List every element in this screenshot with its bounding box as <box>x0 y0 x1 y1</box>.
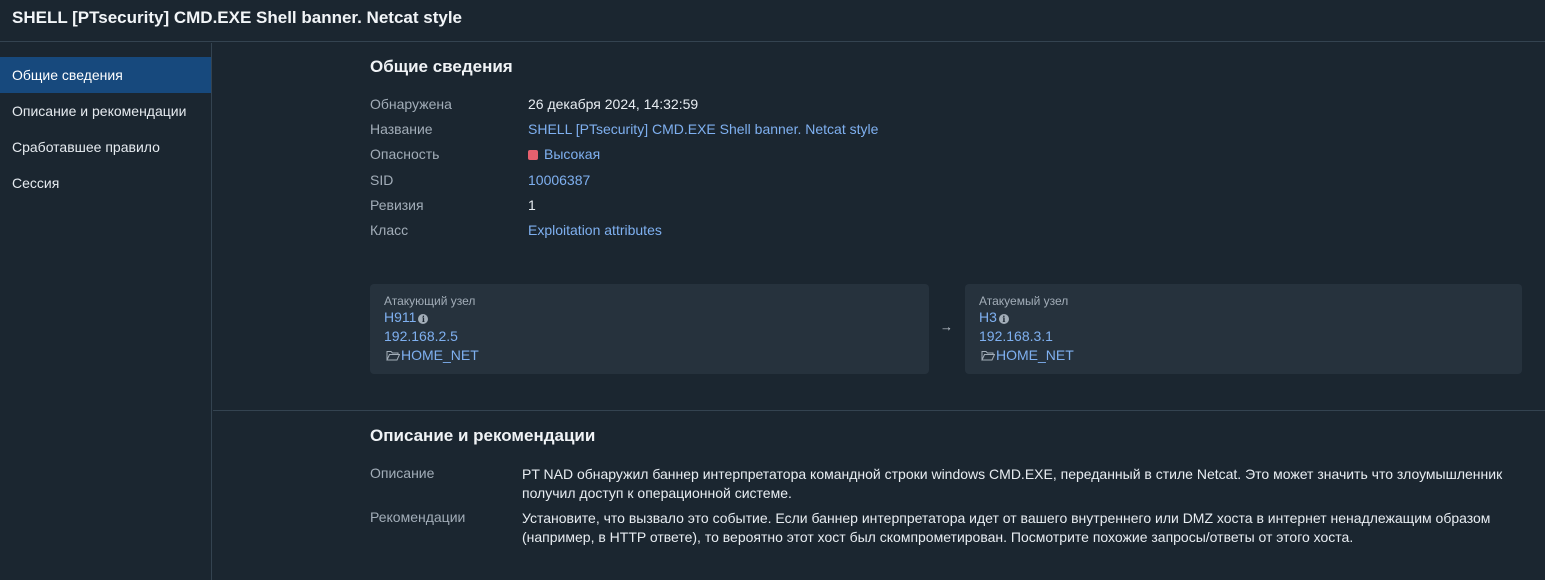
name-label: Название <box>370 121 433 138</box>
attacker-host-name: H911 <box>384 309 417 325</box>
severity-label: Опасность <box>370 146 440 163</box>
description-section-title: Описание и рекомендации <box>370 426 596 445</box>
description-row: Описание PT NAD обнаружил баннер интерпр… <box>370 465 1530 503</box>
revision-label: Ревизия <box>370 196 424 213</box>
severity-high-icon <box>528 150 538 161</box>
sidebar-item-session[interactable]: Сессия <box>0 165 211 201</box>
severity-text: Высокая <box>544 146 601 163</box>
recommendations-row: Рекомендации Установите, что вызвало это… <box>370 509 1530 547</box>
sid-link[interactable]: 10006387 <box>528 172 590 188</box>
class-label: Класс <box>370 221 409 238</box>
info-icon[interactable]: i <box>998 314 1009 324</box>
general-section-title: Общие сведения <box>370 57 513 76</box>
recommendations-text: Установите, что вызвало это событие. Есл… <box>522 510 1491 545</box>
detected-label: Обнаружена <box>370 96 452 112</box>
class-link[interactable]: Exploitation attributes <box>528 222 662 238</box>
sidebar-item-description[interactable]: Описание и рекомендации <box>0 93 211 129</box>
target-host-name: H3 <box>979 309 997 325</box>
attacker-host[interactable]: H911 i <box>384 309 915 325</box>
folder-open-icon <box>981 351 995 361</box>
detected-value: 26 декабря 2024, 14:32:59 <box>528 96 699 112</box>
target-host[interactable]: H3 i <box>979 309 1508 325</box>
page-title: SHELL [PTsecurity] CMD.EXE Shell banner.… <box>12 8 462 27</box>
recommendations-label: Рекомендации <box>370 509 466 525</box>
severity-value[interactable]: Высокая <box>528 146 600 162</box>
target-ip-link[interactable]: 192.168.3.1 <box>979 327 1508 345</box>
sidebar-item-general[interactable]: Общие сведения <box>0 57 211 93</box>
target-node-card: Атакуемый узел H3 i 192.168.3.1 HOME_NET <box>965 284 1522 374</box>
direction-arrow: → <box>940 319 953 334</box>
main-content: Общие сведения Обнаружена 26 декабря 202… <box>213 43 1545 580</box>
description-details: Описание PT NAD обнаружил баннер интерпр… <box>370 465 1530 553</box>
sidebar-item-rule[interactable]: Сработавшее правило <box>0 129 211 165</box>
description-text: PT NAD обнаружил баннер интерпретатора к… <box>522 466 1503 501</box>
attacker-node-card: Атакующий узел H911 i 192.168.2.5 HOME_NE… <box>370 284 929 374</box>
description-label: Описание <box>370 465 435 481</box>
folder-open-icon <box>386 351 400 361</box>
attacker-network[interactable]: HOME_NET <box>384 346 915 364</box>
target-label: Атакуемый узел <box>979 294 1069 308</box>
page-header: SHELL [PTsecurity] CMD.EXE Shell banner.… <box>0 0 1545 42</box>
attacker-ip-link[interactable]: 192.168.2.5 <box>384 327 915 345</box>
attacker-network-name: HOME_NET <box>401 347 479 363</box>
attacker-label: Атакующий узел <box>384 294 476 308</box>
sid-label: SID <box>370 171 394 188</box>
info-icon[interactable]: i <box>418 314 429 324</box>
target-network[interactable]: HOME_NET <box>979 346 1508 364</box>
target-network-name: HOME_NET <box>996 347 1074 363</box>
revision-value: 1 <box>528 196 536 213</box>
sidebar-nav: Общие сведения Описание и рекомендации С… <box>0 43 212 580</box>
rule-name-link[interactable]: SHELL [PTsecurity] CMD.EXE Shell banner.… <box>528 121 878 137</box>
section-divider <box>213 410 1545 411</box>
